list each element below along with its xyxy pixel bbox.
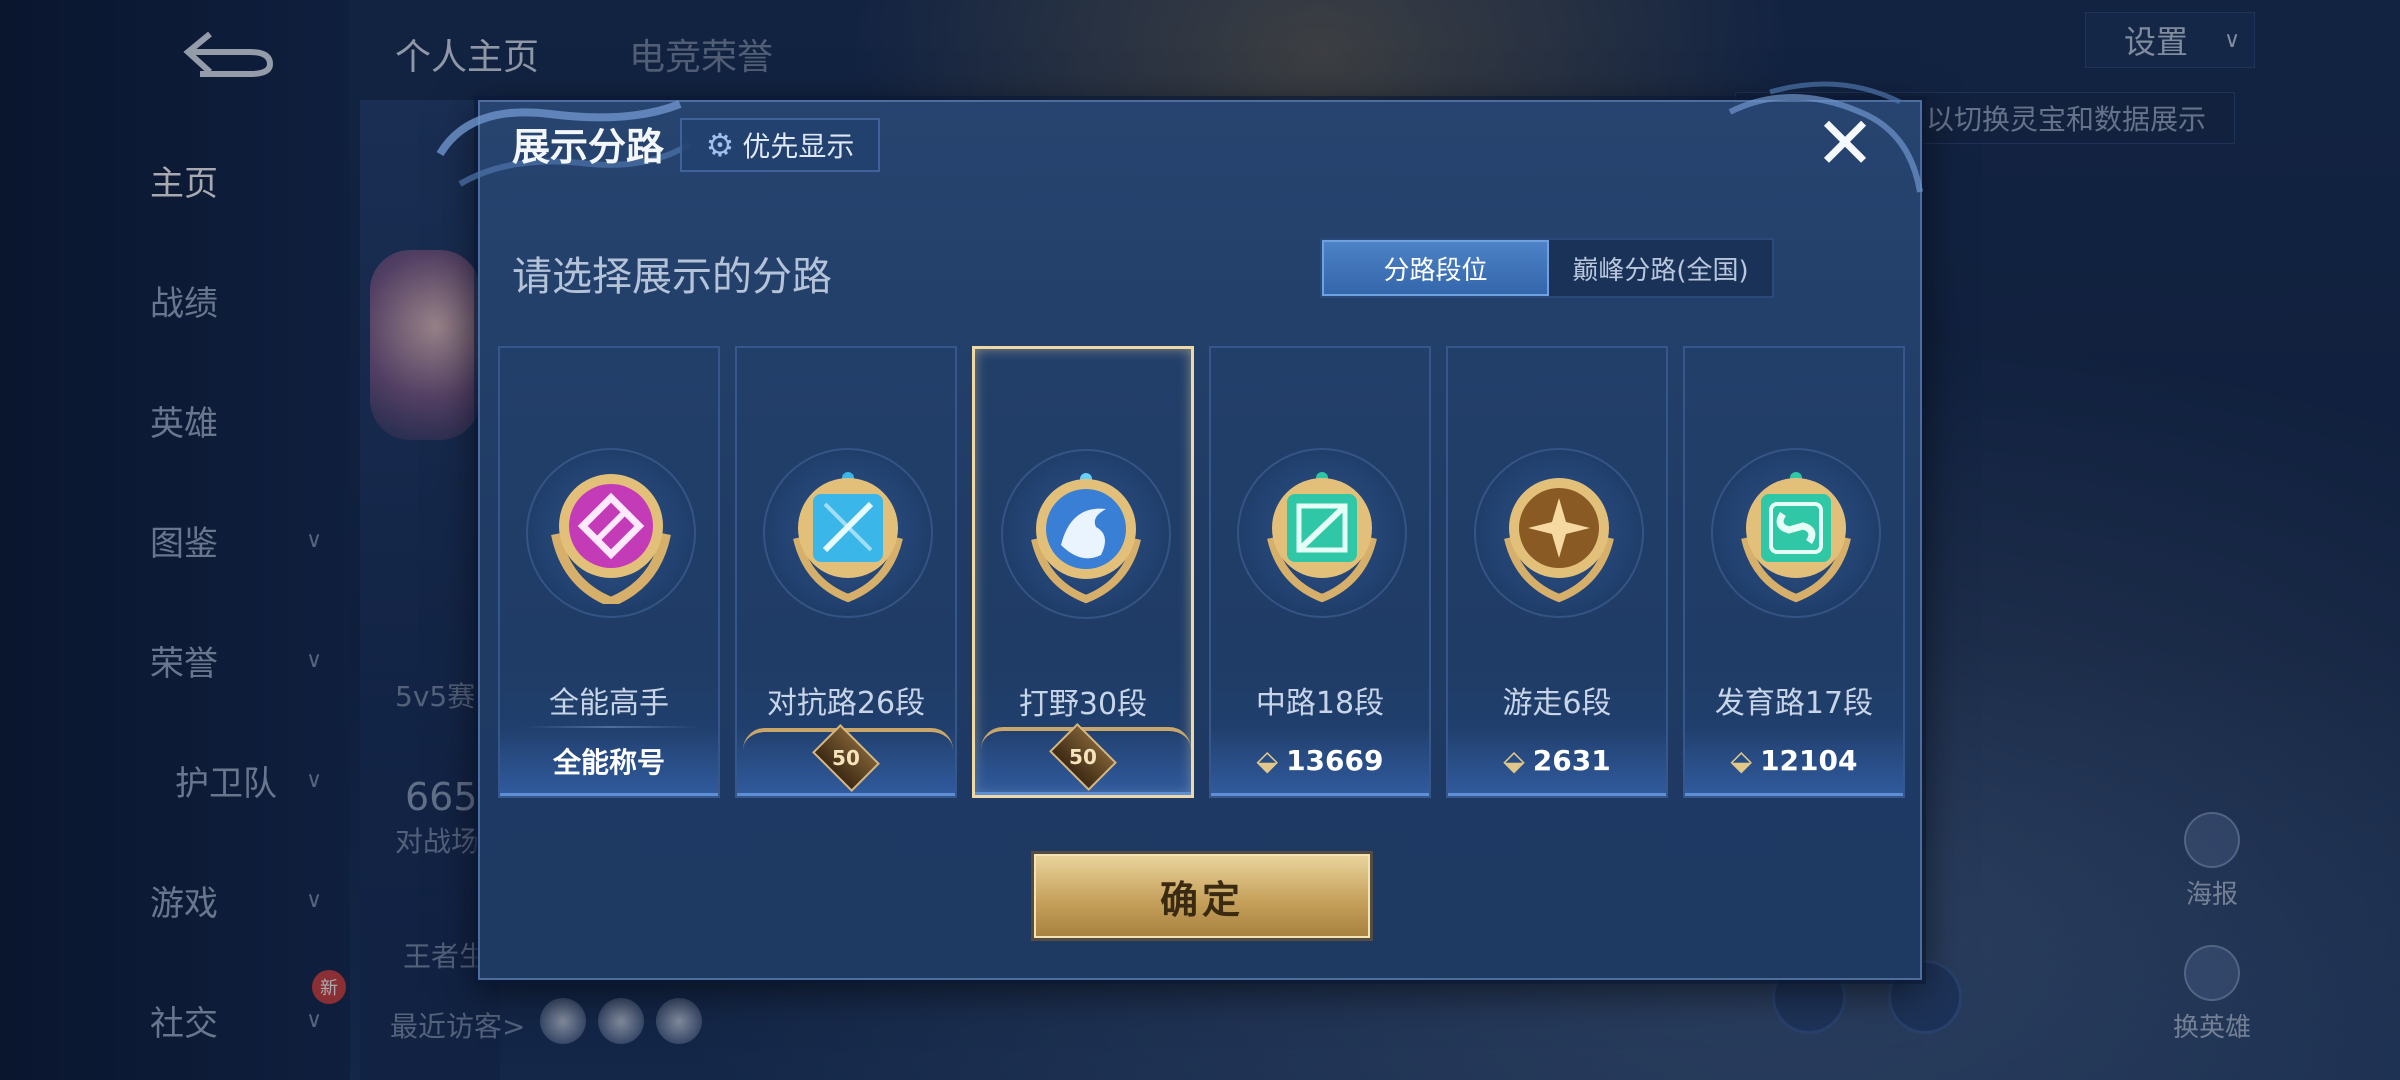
lane-card-mid-lane[interactable]: 中路18段 ⬙ 13669	[1209, 346, 1431, 798]
tab-peak-lane-national[interactable]: 巅峰分路(全国)	[1549, 240, 1772, 296]
lane-card-all-round[interactable]: 全能高手 全能称号	[498, 346, 720, 798]
jungle-emblem-icon	[1031, 473, 1141, 604]
lane-card-footer: 全能称号	[500, 728, 718, 796]
farm-lane-emblem-icon	[1741, 472, 1851, 603]
lane-mode-toggle: 分路段位 巅峰分路(全国)	[1320, 238, 1774, 298]
mid-lane-emblem-icon	[1267, 472, 1377, 603]
lane-card-label: 发育路17段	[1714, 686, 1874, 721]
lane-card-list: 全能高手 全能称号 对抗路26段 50 打野30段 50 中路18段 ⬙ 136…	[498, 346, 1906, 798]
lane-card-footer: ⬙ 12104	[1685, 728, 1903, 796]
lane-card-label: 中路18段	[1255, 686, 1385, 721]
peak-score-icon: ⬙	[1503, 744, 1525, 777]
priority-display-button[interactable]: ⚙ 优先显示	[680, 118, 880, 172]
lane-card-clash-lane[interactable]: 对抗路26段 50	[735, 346, 957, 798]
dialog-header: 展示分路 ⚙ 优先显示 ✕	[480, 102, 1920, 182]
dialog-title: 展示分路	[512, 125, 665, 169]
clash-lane-emblem-icon	[793, 472, 903, 603]
lane-card-footer: 50	[737, 723, 955, 796]
tab-lane-rank[interactable]: 分路段位	[1322, 240, 1549, 296]
dialog-subtitle: 请选择展示的分路	[512, 254, 832, 300]
gear-icon: ⚙	[705, 126, 735, 164]
confirm-button[interactable]: 确定	[1034, 854, 1370, 938]
close-button[interactable]: ✕	[1810, 107, 1880, 180]
lane-card-label: 游走6段	[1502, 686, 1612, 721]
peak-score-icon: ⬙	[1730, 744, 1753, 777]
peak-score-icon: ⬙	[1256, 744, 1279, 777]
all-round-emblem-icon	[551, 474, 671, 604]
lane-card-footer: ⬙ 2631	[1448, 728, 1666, 796]
lane-card-jungle[interactable]: 打野30段 50	[972, 346, 1194, 798]
lane-card-footer: 50	[975, 722, 1191, 795]
roam-emblem-icon	[1504, 478, 1614, 603]
lane-card-footer: ⬙ 13669	[1211, 728, 1429, 796]
lane-card-label: 全能高手	[549, 686, 669, 721]
lane-card-label: 打野30段	[1018, 687, 1148, 722]
lane-card-roam[interactable]: 游走6段 ⬙ 2631	[1446, 346, 1668, 798]
lane-card-farm-lane[interactable]: 发育路17段 ⬙ 12104	[1683, 346, 1905, 798]
lane-display-dialog: 展示分路 ⚙ 优先显示 ✕ 请选择展示的分路 分路段位 巅峰分路(全国) 全能高…	[436, 81, 1923, 980]
lane-card-label: 对抗路26段	[766, 686, 926, 721]
close-icon: ✕	[1814, 101, 1876, 185]
